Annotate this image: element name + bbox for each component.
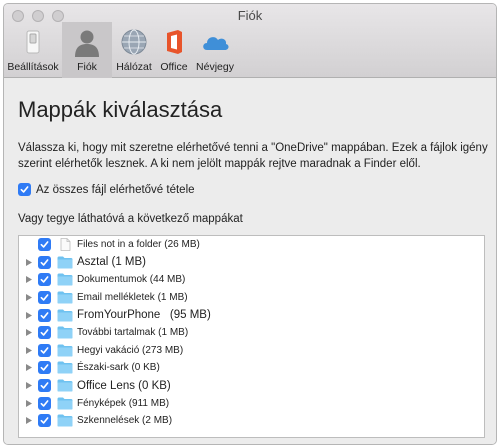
checkmark-icon: [40, 347, 49, 354]
list-item[interactable]: Fényképek (911 MB): [19, 394, 484, 412]
list-item[interactable]: Email mellékletek (1 MB): [19, 289, 484, 307]
list-item[interactable]: Dokumentumok (44 MB): [19, 271, 484, 289]
disclosure-triangle-icon[interactable]: [24, 417, 34, 425]
tab-fiok[interactable]: Fiók: [62, 22, 112, 78]
globe-icon: [121, 29, 147, 55]
tab-label: Névjegy: [196, 61, 234, 73]
disclosure-triangle-icon[interactable]: [24, 399, 34, 407]
folder-icon: [57, 361, 73, 374]
folder-icon: [57, 256, 73, 269]
page-title: Mappák kiválasztása: [18, 97, 223, 122]
folder-checkbox[interactable]: [38, 326, 51, 340]
folder-icon: [57, 326, 73, 339]
person-icon: [75, 30, 99, 57]
tab-label: Beállítások: [7, 61, 59, 73]
folder-icon: [57, 397, 73, 410]
checkmark-icon: [20, 186, 29, 193]
disclosure-triangle-icon[interactable]: [24, 364, 34, 372]
list-item[interactable]: Asztal (1 MB): [19, 254, 484, 272]
folder-checkbox[interactable]: [38, 291, 51, 305]
list-item[interactable]: Szkennelések (2 MB): [19, 412, 484, 430]
folder-checkbox[interactable]: [38, 379, 51, 393]
select-all-checkbox-row[interactable]: Az összes fájl elérhetővé tétele: [18, 183, 195, 196]
window-title: Fiók: [237, 8, 263, 23]
select-all-label: Az összes fájl elérhetővé tétele: [36, 183, 195, 196]
checkmark-icon: [40, 259, 49, 266]
tab-office[interactable]: Office: [156, 22, 192, 78]
checkmark-icon: [40, 399, 49, 407]
disclosure-triangle-icon[interactable]: [24, 276, 34, 284]
tab-beallitasok[interactable]: Beállítások: [4, 22, 62, 78]
tab-label: Office: [160, 61, 188, 73]
disclosure-triangle-icon[interactable]: [24, 382, 34, 390]
checkmark-icon: [40, 294, 49, 301]
title-bar: Fiók Beállítások Fiók Hálózat Office Név…: [4, 4, 496, 78]
folder-list[interactable]: Files not in a folder (26 MB) Asztal (1 …: [18, 235, 485, 438]
checkmark-icon: [40, 417, 49, 424]
disclosure-triangle-icon[interactable]: [24, 346, 34, 354]
switch-icon: [26, 30, 40, 54]
description-text: Válassza ki, hogy mit szeretne elérhetőv…: [18, 142, 488, 170]
list-item[interactable]: FromYourPhone (95 MB): [19, 306, 484, 324]
folder-name: Szkennelések (2 MB): [77, 415, 173, 427]
folder-name: Files not in a folder (26 MB): [77, 239, 200, 251]
folder-icon: [57, 273, 73, 286]
checkmark-icon: [40, 241, 49, 249]
folder-checkbox[interactable]: [38, 414, 51, 428]
checkmark-icon: [40, 276, 49, 284]
folder-checkbox[interactable]: [38, 361, 51, 375]
account-panel: Mappák kiválasztása Válassza ki, hogy mi…: [4, 79, 496, 444]
checkmark-icon: [40, 329, 49, 337]
folder-name: Dokumentumok (44 MB): [77, 274, 186, 286]
checkmark-icon: [40, 364, 49, 372]
folder-name: Hegyi vakáció (273 MB): [77, 344, 184, 356]
tab-halozat[interactable]: Hálózat: [112, 22, 156, 78]
folder-checkbox[interactable]: [38, 255, 51, 269]
disclosure-triangle-icon[interactable]: [24, 258, 34, 266]
tab-label: Fiók: [77, 61, 97, 73]
file-icon: [60, 238, 71, 252]
disclosure-triangle-icon[interactable]: [24, 294, 34, 302]
folder-checkbox[interactable]: [38, 308, 51, 322]
list-item[interactable]: További tartalmak (1 MB): [19, 324, 484, 342]
folder-name: Északi-sark (0 KB): [77, 362, 160, 374]
folder-icon: [57, 379, 73, 392]
list-item[interactable]: Files not in a folder (26 MB): [19, 236, 484, 254]
checkmark-icon: [40, 311, 49, 319]
folder-name: Email mellékletek (1 MB): [77, 292, 188, 304]
folder-checkbox[interactable]: [38, 343, 51, 357]
disclosure-triangle-icon[interactable]: [24, 311, 34, 319]
folder-name: Office Lens (0 KB): [77, 379, 171, 392]
list-item[interactable]: Északi-sark (0 KB): [19, 359, 484, 377]
list-item[interactable]: Office Lens (0 KB): [19, 377, 484, 395]
folder-name: Asztal (1 MB): [77, 256, 147, 269]
folder-icon: [57, 414, 73, 427]
preferences-toolbar: Beállítások Fiók Hálózat Office Névjegy: [4, 22, 238, 78]
tab-label: Hálózat: [116, 61, 152, 73]
folder-checkbox[interactable]: [38, 273, 51, 287]
checkmark-icon: [40, 382, 49, 389]
folder-name: További tartalmak (1 MB): [77, 327, 189, 339]
folders-label: Vagy tegye láthatóvá a következő mappáka…: [18, 213, 243, 225]
tab-nevjegy[interactable]: Névjegy: [192, 22, 238, 78]
folder-icon: [57, 344, 73, 357]
preferences-window: Fiók Beállítások Fiók Hálózat Office Név…: [3, 3, 497, 445]
folder-checkbox[interactable]: [38, 238, 51, 252]
cloud-icon: [203, 37, 229, 50]
folder-name: Fényképek (911 MB): [77, 397, 170, 409]
folder-checkbox[interactable]: [38, 396, 51, 410]
office-icon: [167, 30, 182, 54]
folder-icon: [57, 309, 73, 322]
folder-name: FromYourPhone (95 MB): [77, 309, 211, 322]
select-all-checkbox[interactable]: [18, 183, 31, 196]
disclosure-triangle-icon[interactable]: [24, 329, 34, 337]
list-item[interactable]: Hegyi vakáció (273 MB): [19, 342, 484, 360]
folder-icon: [57, 291, 73, 304]
